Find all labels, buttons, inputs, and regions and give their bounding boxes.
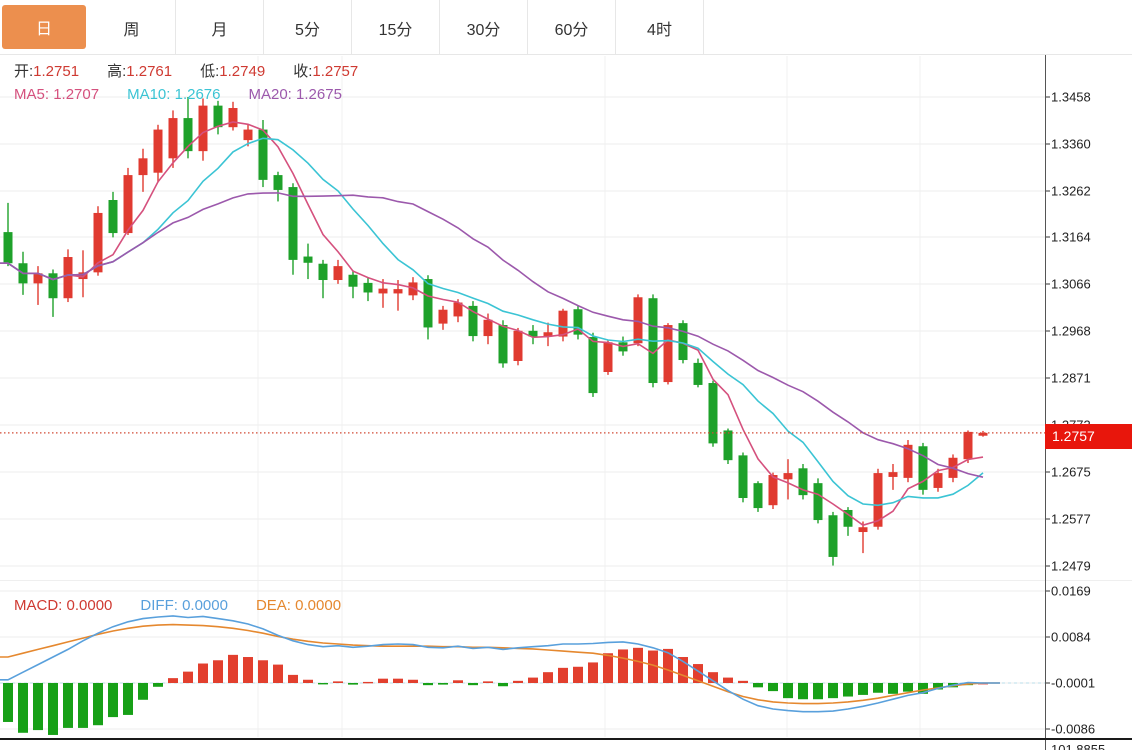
panel-separator bbox=[0, 580, 1132, 581]
ohlc-close: 收:1.2757 bbox=[293, 60, 358, 81]
next-panel-partial-label: 101.8855 bbox=[1051, 742, 1105, 750]
ohlc-legend: 开:1.2751 高:1.2761 低:1.2749 收:1.2757 bbox=[14, 60, 386, 81]
y-axis-label: 1.2577 bbox=[1051, 512, 1091, 527]
y-axis-label: 1.2968 bbox=[1051, 324, 1091, 339]
tab-daily[interactable]: 日 bbox=[2, 5, 86, 49]
ma5-value: MA5: 1.2707 bbox=[14, 86, 99, 103]
y-axis-label: 1.3164 bbox=[1051, 230, 1091, 245]
tab-weekly[interactable]: 周 bbox=[88, 0, 176, 55]
y-axis-label: 1.2479 bbox=[1051, 559, 1091, 574]
diff-value: DIFF: 0.0000 bbox=[140, 597, 228, 614]
y-axis-label: 1.2871 bbox=[1051, 371, 1091, 386]
y-axis-label: 1.3262 bbox=[1051, 184, 1091, 199]
last-price-tag: 1.2757 bbox=[1045, 424, 1132, 449]
tab-15min[interactable]: 15分 bbox=[352, 0, 440, 55]
y-axis-label: 0.0169 bbox=[1051, 584, 1091, 599]
price-axis-border bbox=[1045, 55, 1046, 750]
ma-legend: MA5: 1.2707 MA10: 1.2676 MA20: 1.2675 bbox=[14, 86, 370, 103]
macd-legend: MACD: 0.0000 DIFF: 0.0000 DEA: 0.0000 bbox=[14, 597, 369, 614]
y-axis-label: -0.0086 bbox=[1051, 722, 1095, 737]
tab-5min[interactable]: 5分 bbox=[264, 0, 352, 55]
ohlc-open: 开:1.2751 bbox=[14, 60, 79, 81]
ohlc-low: 低:1.2749 bbox=[200, 60, 265, 81]
y-axis-label: 1.3360 bbox=[1051, 137, 1091, 152]
y-axis-label: 1.3458 bbox=[1051, 90, 1091, 105]
ohlc-high: 高:1.2761 bbox=[107, 60, 172, 81]
tab-4hour[interactable]: 4时 bbox=[616, 0, 704, 55]
trading-app-window: 日 周 月 5分 15分 30分 60分 4时 开:1.2751 高:1.2761… bbox=[0, 0, 1132, 750]
timeframe-tabbar: 日 周 月 5分 15分 30分 60分 4时 bbox=[0, 0, 1132, 55]
candlestick-chart-canvas[interactable] bbox=[0, 0, 1132, 750]
macd-value: MACD: 0.0000 bbox=[14, 597, 112, 614]
y-axis-label: 1.2675 bbox=[1051, 465, 1091, 480]
ma20-value: MA20: 1.2675 bbox=[249, 86, 342, 103]
ma10-value: MA10: 1.2676 bbox=[127, 86, 220, 103]
y-axis-label: -0.0001 bbox=[1051, 676, 1095, 691]
panel-bottom-border bbox=[0, 738, 1132, 740]
dea-value: DEA: 0.0000 bbox=[256, 597, 341, 614]
y-axis-label: 0.0084 bbox=[1051, 630, 1091, 645]
tab-monthly[interactable]: 月 bbox=[176, 0, 264, 55]
tab-60min[interactable]: 60分 bbox=[528, 0, 616, 55]
tab-30min[interactable]: 30分 bbox=[440, 0, 528, 55]
y-axis-label: 1.3066 bbox=[1051, 277, 1091, 292]
